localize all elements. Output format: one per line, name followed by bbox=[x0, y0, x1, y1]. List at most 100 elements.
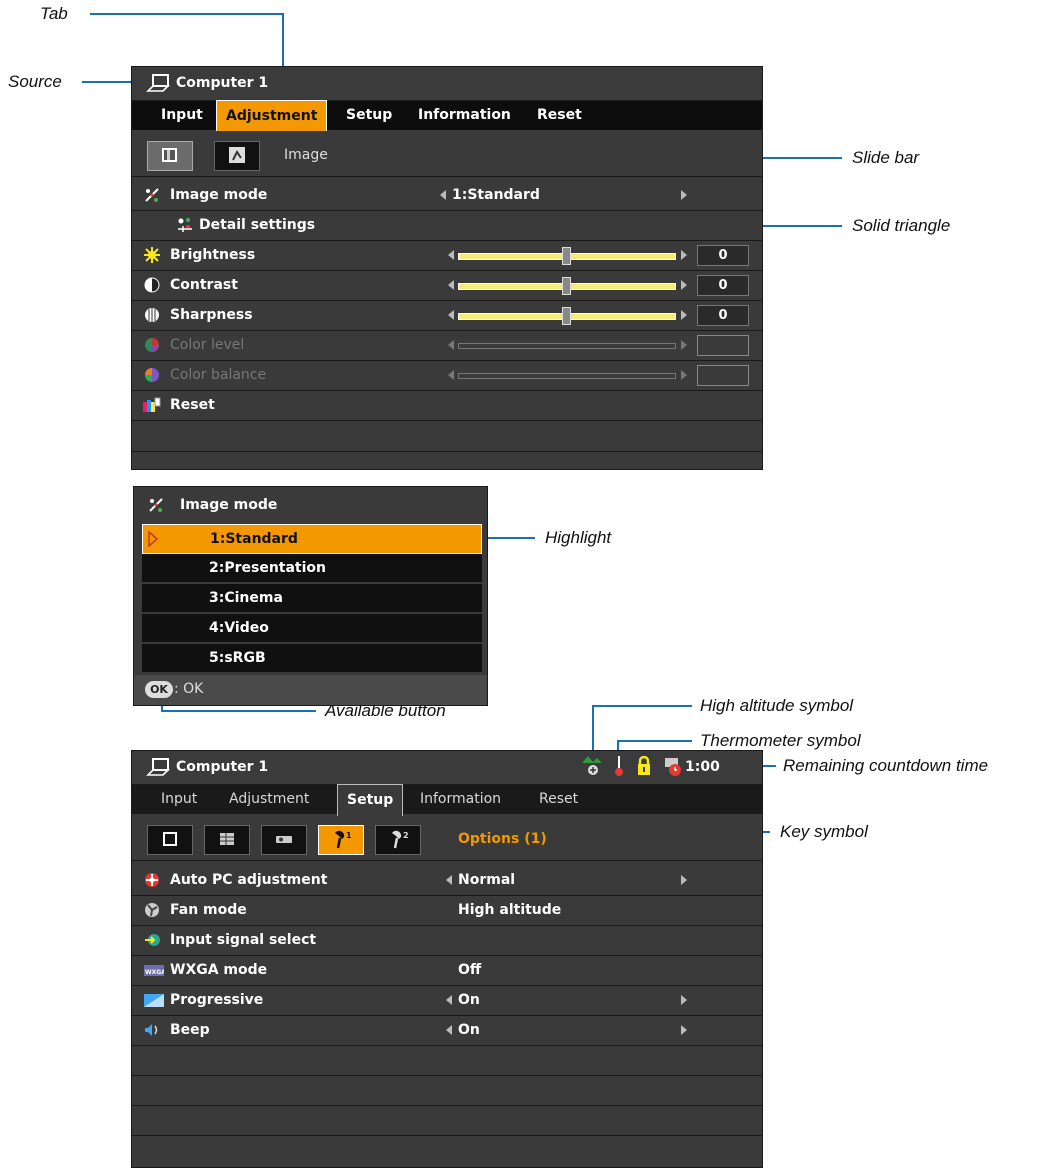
value-box-empty bbox=[697, 365, 749, 386]
detail-settings-icon bbox=[178, 218, 192, 232]
slide-bar-disabled bbox=[458, 373, 676, 379]
sharpness-icon bbox=[145, 308, 159, 322]
option-cinema[interactable]: 3:Cinema bbox=[142, 584, 482, 613]
option-label: 2:Presentation bbox=[209, 560, 327, 576]
row-reset[interactable]: Reset bbox=[132, 391, 762, 421]
right-arrow-icon bbox=[681, 370, 687, 380]
projector-icon bbox=[276, 836, 292, 843]
option-label: 5:sRGB bbox=[209, 650, 266, 666]
option-label: 4:Video bbox=[209, 620, 269, 636]
row-beep[interactable]: Beep On bbox=[132, 1016, 762, 1046]
row-value: Normal bbox=[458, 872, 516, 888]
row-label: Detail settings bbox=[199, 217, 316, 233]
row-contrast[interactable]: Contrast 0 bbox=[132, 271, 762, 301]
right-arrow-icon[interactable] bbox=[681, 995, 687, 1005]
right-arrow-icon[interactable] bbox=[681, 280, 687, 290]
left-arrow-icon[interactable] bbox=[446, 995, 452, 1005]
tab-bar: Input Adjustment Setup Information Reset bbox=[132, 100, 762, 131]
popup-title: Image mode bbox=[180, 497, 278, 513]
tab-setup[interactable]: Setup bbox=[337, 101, 401, 130]
right-arrow-icon[interactable] bbox=[681, 250, 687, 260]
ok-button-icon[interactable]: OK bbox=[145, 681, 173, 698]
value-box: 0 bbox=[697, 245, 749, 266]
contrast-icon bbox=[144, 277, 160, 293]
row-brightness[interactable]: Brightness 0 bbox=[132, 241, 762, 271]
slider-knob[interactable] bbox=[562, 247, 571, 265]
tab-adjustment[interactable]: Adjustment bbox=[220, 785, 318, 814]
row-label: Image mode bbox=[170, 187, 268, 203]
row-label: Contrast bbox=[170, 277, 238, 293]
svg-text:2: 2 bbox=[403, 831, 409, 840]
row-label: Color level bbox=[170, 337, 245, 353]
left-arrow-icon[interactable] bbox=[446, 1025, 452, 1035]
image-mode-popup: Image mode 1:Standard 2:Presentation 3:C… bbox=[133, 486, 488, 706]
computer-source-icon bbox=[146, 74, 170, 92]
left-arrow-icon[interactable] bbox=[440, 190, 446, 200]
row-value: On bbox=[458, 992, 480, 1008]
option-presentation[interactable]: 2:Presentation bbox=[142, 554, 482, 583]
left-arrow-icon[interactable] bbox=[448, 280, 454, 290]
svg-text:1: 1 bbox=[346, 831, 352, 840]
tab-information[interactable]: Information bbox=[409, 101, 520, 130]
brightness-icon bbox=[144, 247, 160, 263]
option-standard[interactable]: 1:Standard bbox=[142, 524, 482, 554]
slider-knob[interactable] bbox=[562, 277, 571, 295]
option-srgb[interactable]: 5:sRGB bbox=[142, 644, 482, 673]
slide-bar-disabled bbox=[458, 343, 676, 349]
subtab-general[interactable] bbox=[147, 825, 193, 855]
row-progressive[interactable]: Progressive On bbox=[132, 986, 762, 1016]
right-arrow-icon[interactable] bbox=[681, 310, 687, 320]
popup-title-bar: Image mode bbox=[134, 487, 487, 522]
tab-input[interactable]: Input bbox=[152, 785, 206, 814]
callout-high-altitude: High altitude symbol bbox=[700, 696, 854, 715]
option-label: 1:Standard bbox=[210, 531, 298, 547]
subtab-label: Image bbox=[284, 147, 328, 163]
popup-footer: OK : OK bbox=[134, 675, 487, 705]
right-arrow-icon[interactable] bbox=[681, 875, 687, 885]
tab-reset[interactable]: Reset bbox=[530, 785, 587, 814]
right-arrow-icon[interactable] bbox=[681, 1025, 687, 1035]
tab-adjustment[interactable]: Adjustment bbox=[216, 100, 328, 131]
subtab-image[interactable] bbox=[147, 141, 193, 171]
title-bar: Computer 1 1:00 bbox=[132, 751, 762, 785]
row-label: Fan mode bbox=[170, 902, 247, 918]
value-box-empty bbox=[697, 335, 749, 356]
row-empty bbox=[132, 1136, 762, 1167]
auto-adjust-icon bbox=[145, 873, 159, 887]
image-mode-icon bbox=[149, 498, 163, 512]
source-name: Computer 1 bbox=[176, 759, 269, 775]
row-input-signal-select[interactable]: Input signal select bbox=[132, 926, 762, 956]
adjustment-menu: Computer 1 Input Adjustment Setup Inform… bbox=[131, 66, 763, 470]
tab-setup[interactable]: Setup bbox=[337, 784, 404, 816]
left-arrow-icon[interactable] bbox=[448, 310, 454, 320]
row-label: Progressive bbox=[170, 992, 264, 1008]
solid-triangle-right-icon[interactable] bbox=[681, 190, 687, 200]
slider-knob[interactable] bbox=[562, 307, 571, 325]
row-label: Brightness bbox=[170, 247, 256, 263]
subtab-adjust[interactable] bbox=[214, 141, 260, 171]
row-color-balance: Color balance bbox=[132, 361, 762, 391]
row-detail-settings[interactable]: Detail settings bbox=[132, 211, 762, 241]
left-arrow-icon[interactable] bbox=[446, 875, 452, 885]
option-video[interactable]: 4:Video bbox=[142, 614, 482, 643]
row-label: Color balance bbox=[170, 367, 267, 383]
tab-reset[interactable]: Reset bbox=[528, 101, 591, 130]
subtab-menu[interactable] bbox=[204, 825, 250, 855]
row-empty bbox=[132, 1046, 762, 1076]
row-sharpness[interactable]: Sharpness 0 bbox=[132, 301, 762, 331]
row-label: Auto PC adjustment bbox=[170, 872, 328, 888]
callout-slide-bar: Slide bar bbox=[852, 148, 920, 167]
tab-information[interactable]: Information bbox=[411, 785, 510, 814]
row-image-mode[interactable]: Image mode 1:Standard bbox=[132, 181, 762, 211]
row-wxga-mode[interactable]: WXGA WXGA mode Off bbox=[132, 956, 762, 986]
speaker-icon bbox=[145, 1024, 158, 1036]
row-auto-pc-adjustment[interactable]: Auto PC adjustment Normal bbox=[132, 866, 762, 896]
tab-input[interactable]: Input bbox=[152, 101, 212, 130]
row-value: 1:Standard bbox=[452, 187, 540, 203]
subtab-installation[interactable] bbox=[261, 825, 307, 855]
left-arrow-icon[interactable] bbox=[448, 250, 454, 260]
subtab-options-1[interactable]: 1 bbox=[318, 825, 364, 855]
callout-remaining-time: Remaining countdown time bbox=[783, 756, 989, 775]
row-fan-mode[interactable]: Fan mode High altitude bbox=[132, 896, 762, 926]
subtab-options-2[interactable]: 2 bbox=[375, 825, 421, 855]
